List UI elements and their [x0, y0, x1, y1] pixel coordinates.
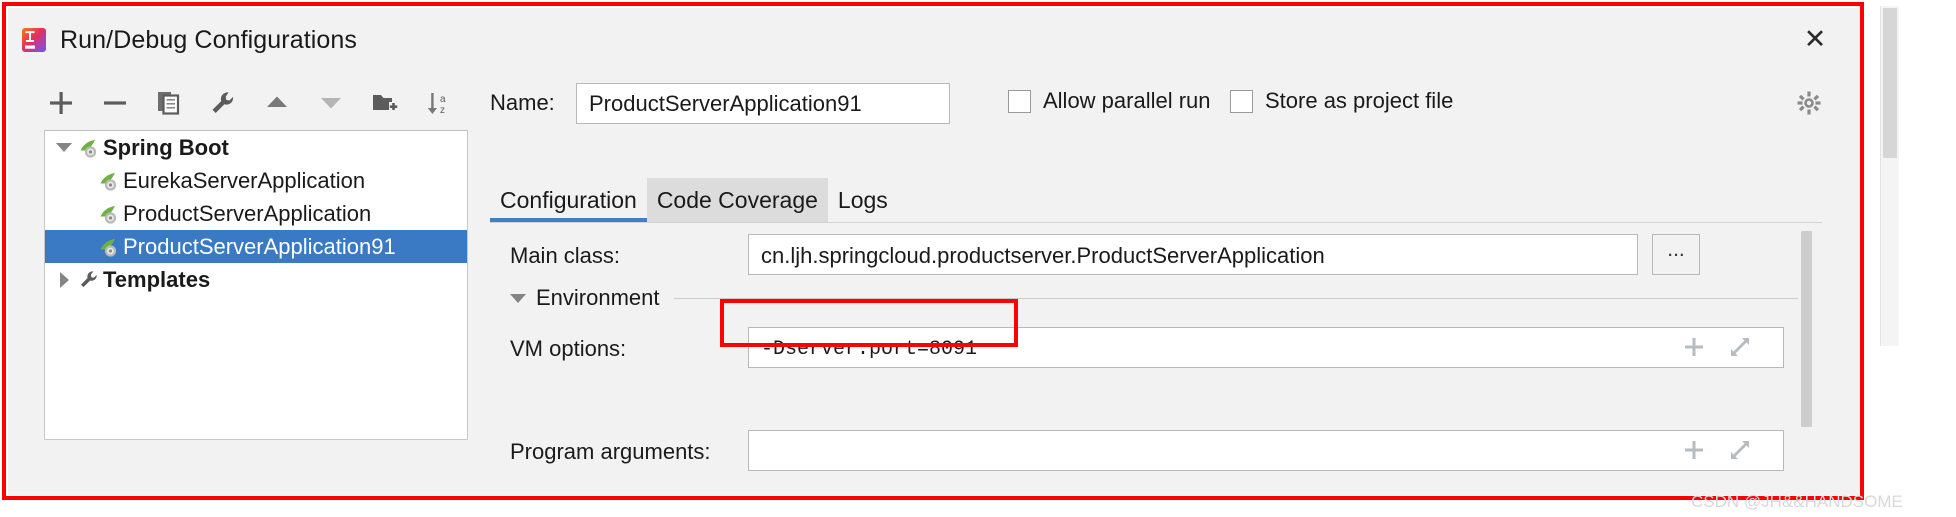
copy-configuration-button[interactable]: [152, 86, 186, 120]
store-as-project-file-checkbox[interactable]: Store as project file: [1230, 88, 1453, 114]
vm-options-input[interactable]: -Dserver.port=8091: [748, 327, 1784, 368]
sort-alpha-icon[interactable]: a z: [422, 86, 456, 120]
intellij-idea-icon: [22, 28, 46, 52]
configuration-tabs[interactable]: Configuration Code Coverage Logs: [490, 178, 898, 222]
program-arguments-input[interactable]: [748, 430, 1784, 471]
tree-node-label: EurekaServerApplication: [123, 167, 366, 193]
name-label: Name:: [490, 90, 555, 115]
vm-options-value: -Dserver.port=8091: [761, 338, 978, 361]
program-arguments-label: Program arguments:: [510, 439, 711, 464]
environment-section-header[interactable]: Environment: [510, 285, 1810, 311]
gear-icon[interactable]: [1796, 90, 1822, 116]
main-class-label: Main class:: [510, 243, 621, 268]
chevron-right-icon[interactable]: [51, 271, 77, 288]
watermark: CSDN @JH&&HANDSOME: [1691, 492, 1903, 511]
configuration-tab-content: Main class: cn.ljh.springcloud.productse…: [490, 222, 1822, 495]
spring-boot-icon: [97, 202, 121, 226]
chevron-down-icon[interactable]: [51, 143, 77, 152]
close-icon[interactable]: ✕: [1798, 24, 1832, 56]
name-input-value: ProductServerApplication91: [589, 91, 862, 116]
tree-node-templates[interactable]: Templates: [45, 263, 467, 296]
configurations-tree[interactable]: Spring Boot EurekaServerApplication Prod…: [44, 130, 468, 440]
tab-label: Configuration: [500, 186, 637, 213]
main-class-input[interactable]: cn.ljh.springcloud.productserver.Product…: [748, 234, 1638, 275]
configurations-toolbar: a z: [44, 86, 474, 128]
checkbox-box[interactable]: [1008, 89, 1031, 113]
vm-options-expand-icon[interactable]: [1727, 334, 1753, 360]
tree-node-label: ProductServerApplication91: [123, 233, 396, 259]
spring-boot-icon: [77, 136, 101, 160]
tree-node-eureka-server-application[interactable]: EurekaServerApplication: [45, 164, 467, 197]
allow-parallel-run-checkbox[interactable]: Allow parallel run: [1008, 88, 1211, 114]
remove-configuration-button[interactable]: [98, 86, 132, 120]
move-down-button[interactable]: [314, 86, 348, 120]
run-debug-configurations-dialog: Run/Debug Configurations ✕ a z Spring Bo…: [8, 8, 1860, 495]
dialog-scrollbar-track[interactable]: [1880, 6, 1899, 346]
tab-configuration[interactable]: Configuration: [490, 178, 647, 222]
tree-node-label: Templates: [103, 266, 211, 292]
svg-text:z: z: [440, 105, 445, 116]
section-divider: [673, 297, 1810, 299]
tree-node-product-server-application[interactable]: ProductServerApplication: [45, 197, 467, 230]
svg-text:a: a: [440, 94, 446, 105]
vm-options-label: VM options:: [510, 336, 627, 361]
tab-label: Code Coverage: [656, 186, 818, 213]
edit-templates-button[interactable]: [206, 86, 240, 120]
move-up-button[interactable]: [260, 86, 294, 120]
program-arguments-expand-icon[interactable]: [1727, 437, 1753, 463]
settings-scrollbar-thumb[interactable]: [1801, 231, 1812, 427]
spring-boot-icon: [97, 169, 121, 193]
settings-scrollbar-track[interactable]: [1798, 229, 1814, 489]
vm-options-add-macro-icon[interactable]: [1681, 334, 1707, 360]
main-class-value: cn.ljh.springcloud.productserver.Product…: [761, 243, 1325, 268]
screenshot-root: Run/Debug Configurations ✕ a z Spring Bo…: [0, 0, 1956, 517]
checkbox-box[interactable]: [1230, 89, 1253, 113]
folder-add-icon[interactable]: [368, 86, 402, 120]
tab-label: Logs: [837, 186, 888, 213]
add-configuration-button[interactable]: [44, 86, 78, 120]
environment-section-title: Environment: [536, 285, 660, 310]
dialog-titlebar: Run/Debug Configurations ✕: [8, 8, 1860, 66]
wrench-icon: [77, 268, 101, 292]
tree-node-spring-boot[interactable]: Spring Boot: [45, 131, 467, 164]
allow-parallel-run-label: Allow parallel run: [1043, 88, 1211, 113]
dialog-title: Run/Debug Configurations: [60, 26, 358, 54]
tree-node-label: Spring Boot: [103, 134, 229, 160]
tab-code-coverage[interactable]: Code Coverage: [646, 178, 828, 222]
tree-node-product-server-application91[interactable]: ProductServerApplication91: [45, 230, 467, 263]
store-as-project-file-label: Store as project file: [1265, 88, 1454, 113]
tree-node-label: ProductServerApplication: [123, 200, 372, 226]
program-arguments-add-macro-icon[interactable]: [1681, 437, 1707, 463]
tab-logs[interactable]: Logs: [828, 178, 898, 222]
name-input[interactable]: ProductServerApplication91: [576, 83, 950, 124]
chevron-down-icon[interactable]: [510, 293, 526, 303]
dialog-scrollbar-thumb[interactable]: [1883, 8, 1897, 158]
spring-boot-icon: [97, 235, 121, 259]
main-class-browse-button[interactable]: ...: [1652, 234, 1700, 275]
